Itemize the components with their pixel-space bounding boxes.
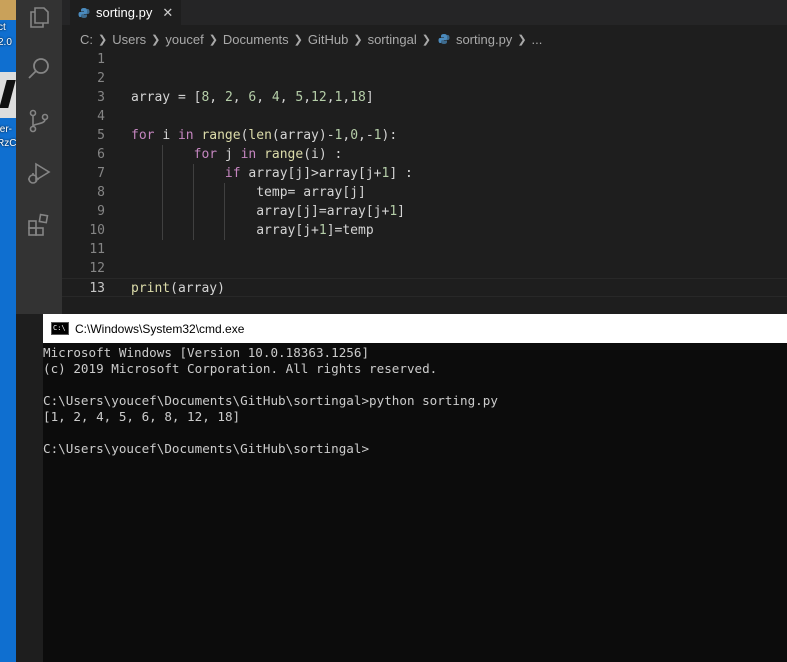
line-number: 7 <box>97 166 105 181</box>
cmd-output[interactable]: Microsoft Windows [Version 10.0.18363.12… <box>43 343 787 457</box>
code-line[interactable]: 9 array[j]=array[j+1] <box>62 202 787 221</box>
chevron-right-icon: ❯ <box>421 33 431 46</box>
cmd-title-bar[interactable]: C:\ C:\Windows\System32\cmd.exe <box>43 314 787 343</box>
code-line[interactable]: 5 for i in range(len(array)-1,0,-1): <box>62 126 787 145</box>
line-number: 2 <box>97 71 105 86</box>
breadcrumb-item[interactable]: Documents <box>223 32 289 47</box>
search-icon[interactable] <box>26 56 52 82</box>
code-text: temp= array[j] <box>256 185 366 200</box>
code-line[interactable]: 2 <box>62 69 787 88</box>
breadcrumb-item[interactable]: GitHub <box>308 32 348 47</box>
line-number: 8 <box>97 185 105 200</box>
code-line[interactable]: 7 if array[j]>array[j+1] : <box>62 164 787 183</box>
cmd-output-line: C:\Users\youcef\Documents\GitHub\sorting… <box>43 441 370 456</box>
code-line[interactable]: 6 for j in range(i) : <box>62 145 787 164</box>
code-line[interactable]: 3 array = [8, 2, 6, 4, 5,12,1,18] <box>62 88 787 107</box>
breadcrumb-item[interactable]: sorting.py <box>456 32 512 47</box>
desktop-label: ter- <box>0 124 12 135</box>
cmd-output-line <box>43 377 787 393</box>
line-number: 11 <box>89 242 105 257</box>
cmd-output-line: [1, 2, 4, 5, 6, 8, 12, 18] <box>43 409 241 424</box>
source-control-icon[interactable] <box>26 108 52 134</box>
code-text: for j in range(i) : <box>193 147 343 162</box>
desktop-shortcut-icon[interactable] <box>0 0 16 20</box>
line-number: 13 <box>89 281 105 296</box>
line-number: 3 <box>97 90 105 105</box>
cmd-output-line: C:\Users\youcef\Documents\GitHub\sorting… <box>43 393 498 408</box>
code-text: for i in range(len(array)-1,0,-1): <box>131 128 398 143</box>
code-line[interactable]: 13 print(array) <box>62 278 787 297</box>
code-text: array = [8, 2, 6, 4, 5,12,1,18] <box>131 90 374 105</box>
chevron-right-icon: ❯ <box>151 33 161 46</box>
cmd-icon: C:\ <box>51 322 69 335</box>
code-text: array[j+1]=temp <box>256 223 374 238</box>
cmd-output-line: Microsoft Windows [Version 10.0.18363.12… <box>43 345 370 360</box>
line-number: 12 <box>89 261 105 276</box>
extensions-icon[interactable] <box>26 212 52 238</box>
code-line[interactable]: 4 <box>62 107 787 126</box>
tab-label: sorting.py <box>96 5 153 20</box>
code-text: if array[j]>array[j+1] : <box>224 166 413 181</box>
breadcrumb-item[interactable]: sortingal <box>368 32 417 47</box>
code-line[interactable]: 11 <box>62 240 787 259</box>
chevron-right-icon: ❯ <box>353 33 363 46</box>
desktop-background: ct 2.0 ter- RzC <box>0 0 16 662</box>
breadcrumb-item[interactable]: youcef <box>165 32 203 47</box>
cmd-output-line <box>43 425 787 441</box>
code-editor[interactable]: 1 2 3 array = [8, 2, 6, 4, 5,12,1,18] 4 5 for … <box>62 50 787 314</box>
desktop-label: 2.0 <box>0 37 12 48</box>
code-line[interactable]: 10 array[j+1]=temp <box>62 221 787 240</box>
breadcrumb: C: ❯ Users ❯ youcef ❯ Documents ❯ GitHub… <box>62 25 787 53</box>
desktop-shortcut-icon[interactable] <box>0 72 16 118</box>
breadcrumb-item[interactable]: ... <box>532 32 543 47</box>
tab-sorting-py[interactable]: sorting.py ✕ <box>70 0 182 25</box>
chevron-right-icon: ❯ <box>208 33 218 46</box>
code-line[interactable]: 12 <box>62 259 787 278</box>
chevron-right-icon: ❯ <box>293 33 303 46</box>
chevron-right-icon: ❯ <box>517 33 527 46</box>
line-number: 6 <box>97 147 105 162</box>
desktop-label: RzC <box>0 138 16 149</box>
line-number: 1 <box>97 52 105 67</box>
breadcrumb-item[interactable]: C: <box>80 32 93 47</box>
code-text: array[j]=array[j+1] <box>256 204 405 219</box>
cmd-title: C:\Windows\System32\cmd.exe <box>75 321 245 336</box>
line-number: 5 <box>97 128 105 143</box>
code-text: print(array) <box>131 281 225 296</box>
line-number: 9 <box>97 204 105 219</box>
cmd-window[interactable]: C:\ C:\Windows\System32\cmd.exe Microsof… <box>43 314 787 662</box>
code-line[interactable]: 8 temp= array[j] <box>62 183 787 202</box>
chevron-right-icon: ❯ <box>98 33 108 46</box>
tab-bar: sorting.py ✕ <box>62 0 787 25</box>
code-line[interactable]: 1 <box>62 50 787 69</box>
close-icon[interactable]: ✕ <box>162 5 173 21</box>
breadcrumb-item[interactable]: Users <box>112 32 146 47</box>
explorer-icon[interactable] <box>26 4 52 30</box>
cmd-output-line: (c) 2019 Microsoft Corporation. All righ… <box>43 361 438 376</box>
line-number: 10 <box>89 223 105 238</box>
line-number: 4 <box>97 109 105 124</box>
python-file-icon <box>438 33 450 45</box>
activity-bar <box>16 0 62 314</box>
desktop-label: ct <box>0 22 6 33</box>
python-file-icon <box>78 7 90 19</box>
run-debug-icon[interactable] <box>26 160 52 186</box>
